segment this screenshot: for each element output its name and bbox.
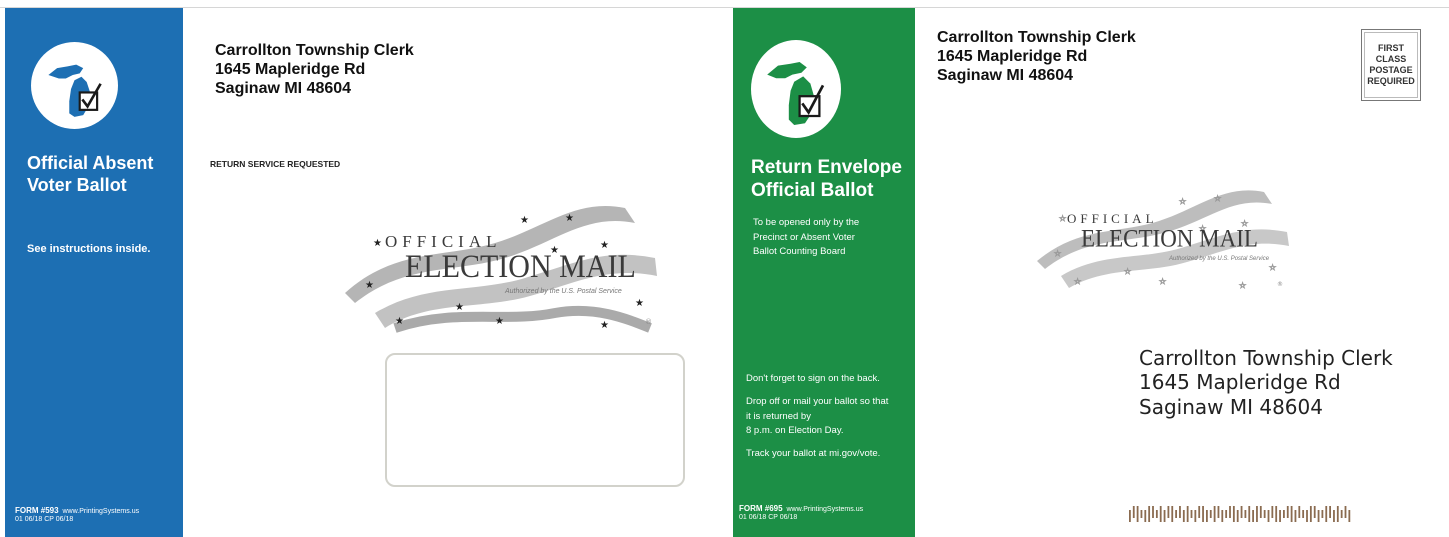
address-line: 1645 Mapleridge Rd — [937, 48, 1088, 66]
title-line: Voter Ballot — [27, 174, 127, 195]
return-address: Carrollton Township Clerk 1645 Mapleridg… — [937, 28, 1136, 86]
postage-required-box: FIRST CLASS POSTAGE REQUIRED — [1361, 29, 1421, 101]
svg-text:★: ★ — [565, 213, 574, 224]
printer-url: www.PrintingSystems.us — [62, 508, 140, 515]
destination-address: Carrollton Township Clerk 1645 Mapleridg… — [1139, 346, 1393, 419]
svg-text:★: ★ — [600, 320, 609, 331]
opening-instructions: To be opened only by the Precinct or Abs… — [753, 216, 859, 260]
drop-note-line: 8 p.m. on Election Day. — [746, 424, 844, 436]
svg-text:★: ★ — [365, 280, 374, 291]
green-side-band: Return Envelope Official Ballot To be op… — [733, 8, 915, 537]
seal-authorized-text: Authorized by the U.S. Postal Service — [1169, 256, 1270, 262]
voter-notes: Don't forget to sign on the back. Drop o… — [746, 372, 911, 461]
form-dates: 01 06/18 CP 06/18 — [739, 514, 798, 522]
address-line: Saginaw MI 48604 — [215, 80, 352, 98]
svg-text:★: ★ — [373, 238, 382, 249]
address-window — [385, 353, 685, 487]
svg-text:☆: ☆ — [1159, 277, 1166, 286]
form-number: FORM #593 — [15, 506, 59, 515]
form-dates: 01 06/18 CP 06/18 — [15, 516, 74, 524]
svg-text:☆: ☆ — [1214, 194, 1221, 203]
address-line: Saginaw MI 48604 — [1139, 394, 1323, 419]
instruction-line: Precinct or Absent Voter — [753, 231, 855, 243]
address-line: Carrollton Township Clerk — [215, 42, 414, 59]
michigan-checkbox-icon — [751, 40, 841, 138]
svg-text:☆: ☆ — [1124, 267, 1131, 276]
absent-voter-ballot-envelope: Official Absent Voter Ballot See instruc… — [5, 8, 727, 537]
title-line: Return Envelope — [751, 157, 902, 178]
svg-text:★: ★ — [495, 316, 504, 327]
address-line: 1645 Mapleridge Rd — [1139, 370, 1341, 395]
svg-text:☆: ☆ — [1269, 263, 1276, 272]
form-number: FORM #695 — [739, 504, 783, 513]
seal-election-mail: ELECTION MAIL — [1081, 224, 1258, 253]
address-line: Saginaw MI 48604 — [937, 67, 1074, 85]
address-line: Carrollton Township Clerk — [1139, 346, 1393, 370]
return-address: Carrollton Township Clerk 1645 Mapleridg… — [215, 41, 414, 99]
form-info: FORM #593 www.PrintingSystems.us 01 06/1… — [15, 506, 139, 525]
return-envelope-title: Return Envelope Official Ballot — [751, 157, 902, 203]
postage-line: POSTAGE — [1369, 65, 1413, 75]
sign-note: Don't forget to sign on the back. — [746, 373, 880, 384]
svg-text:☆: ☆ — [1074, 277, 1081, 286]
address-line: Carrollton Township Clerk — [937, 29, 1136, 46]
official-election-mail-seal: ★ ★ ★ ★ ★ ★ ★ ★ ★ ★ ★ ® OFFICIAL ELECTION MAIL … — [335, 188, 665, 338]
instruction-line: Ballot Counting Board — [753, 246, 846, 258]
return-service-requested: RETURN SERVICE REQUESTED — [210, 159, 341, 169]
svg-text:★: ★ — [395, 316, 404, 327]
svg-text:★: ★ — [520, 215, 529, 226]
printer-url: www.PrintingSystems.us — [786, 506, 864, 513]
ballot-envelope-title: Official Absent Voter Ballot — [27, 153, 153, 196]
instructions-text: See instructions inside. — [27, 243, 151, 255]
seal-election-mail: ELECTION MAIL — [405, 248, 636, 285]
svg-text:★: ★ — [455, 302, 464, 313]
instruction-line: To be opened only by the — [753, 217, 860, 228]
svg-text:☆: ☆ — [1059, 214, 1066, 223]
postal-barcode-icon — [1127, 506, 1355, 522]
svg-text:☆: ☆ — [1239, 281, 1246, 290]
postage-line: FIRST — [1378, 42, 1404, 53]
official-election-mail-seal: ☆ ☆ ☆ ☆ ☆ ☆ ☆ ☆ ☆ ☆ ☆ ® OFFICIAL ELECTION MAIL … — [1029, 176, 1294, 296]
michigan-checkbox-icon — [31, 42, 118, 129]
drop-note-line: Drop off or mail your ballot so that — [746, 396, 889, 408]
postage-line: REQUIRED — [1367, 76, 1415, 87]
seal-authorized-text: Authorized by the U.S. Postal Service — [505, 288, 622, 295]
return-ballot-envelope: Return Envelope Official Ballot To be op… — [733, 8, 1449, 537]
address-line: 1645 Mapleridge Rd — [215, 61, 366, 79]
title-line: Official Absent — [27, 153, 154, 173]
svg-text:★: ★ — [635, 298, 644, 309]
drop-note-line: it is returned by — [746, 410, 811, 422]
svg-text:®: ® — [645, 318, 652, 326]
track-note: Track your ballot at mi.gov/vote. — [746, 448, 881, 459]
blue-side-band: Official Absent Voter Ballot See instruc… — [5, 8, 183, 537]
form-info: FORM #695 www.PrintingSystems.us 01 06/1… — [739, 504, 863, 523]
svg-text:☆: ☆ — [1054, 249, 1061, 258]
postage-line: CLASS — [1375, 53, 1407, 64]
svg-text:☆: ☆ — [1179, 197, 1186, 206]
title-line: Official Ballot — [751, 179, 874, 201]
svg-text:®: ® — [1277, 281, 1283, 288]
